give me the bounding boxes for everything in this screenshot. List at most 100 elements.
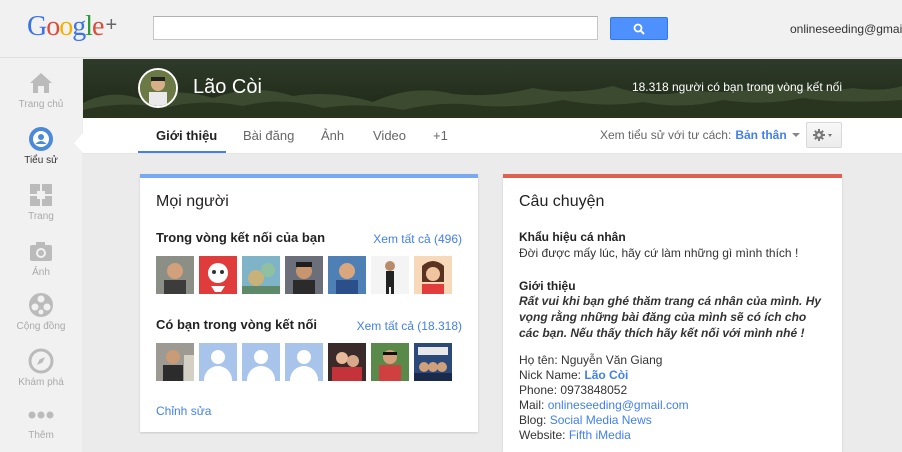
gear-icon <box>813 129 832 141</box>
logo-letter: o <box>59 11 73 42</box>
info-label: Phone: <box>519 383 558 397</box>
profile-avatar[interactable] <box>138 68 178 108</box>
in-circles-title: Trong vòng kết nối của bạn <box>156 230 326 245</box>
avatar-photo <box>414 343 452 381</box>
tagline-title: Khẩu hiệu cá nhân <box>519 230 626 244</box>
info-fullname: Họ tên: Nguyễn Văn Giang <box>519 353 662 367</box>
info-label: Blog: <box>519 413 547 427</box>
info-value: Nguyễn Văn Giang <box>561 353 663 367</box>
info-label: Họ tên: <box>519 353 558 367</box>
avatar-photo <box>156 256 194 294</box>
avatar-photo <box>371 256 409 294</box>
default-avatar-body <box>247 366 275 381</box>
left-nav: Trang chủ Tiểu sử Trang Ảnh Cộng đồng Kh… <box>0 58 82 452</box>
website-link[interactable]: Fifth iMedia <box>569 428 631 442</box>
avatar-photo <box>199 256 237 294</box>
view-as[interactable]: Xem tiểu sử với tư cách: Bản thân <box>600 128 800 142</box>
home-icon <box>30 73 52 93</box>
avatar[interactable] <box>414 343 452 381</box>
intro-title: Giới thiệu <box>519 279 576 293</box>
avatar[interactable] <box>371 256 409 294</box>
nickname-link[interactable]: Lão Còi <box>584 368 628 382</box>
avatar-photo <box>156 343 194 381</box>
avatar[interactable] <box>328 256 366 294</box>
logo-letter: o <box>46 11 60 42</box>
logo-letter: G <box>27 11 47 42</box>
info-website: Website: Fifth iMedia <box>519 428 631 442</box>
account-email[interactable]: onlineseeding@gmail.com <box>790 22 902 36</box>
info-label: Mail: <box>519 398 545 412</box>
avatar[interactable] <box>156 256 194 294</box>
tab-photos[interactable]: Ảnh <box>321 128 344 143</box>
avatar[interactable] <box>328 343 366 381</box>
nav-item-home[interactable]: Trang chủ <box>0 70 82 122</box>
info-phone: Phone: 0973848052 <box>519 383 627 397</box>
avatar-photo <box>242 256 280 294</box>
nav-label: Khám phá <box>18 377 64 388</box>
edit-link[interactable]: Chỉnh sửa <box>156 404 211 418</box>
nav-label: Trang <box>28 211 54 222</box>
nav-item-more[interactable]: Thêm <box>0 408 82 452</box>
blog-link[interactable]: Social Media News <box>550 413 652 427</box>
nav-label: Thêm <box>28 430 54 441</box>
info-mail: Mail: onlineseeding@gmail.com <box>519 398 689 412</box>
avatar[interactable] <box>285 256 323 294</box>
info-nickname: Nick Name: Lão Còi <box>519 368 628 382</box>
nav-item-pages[interactable]: Trang <box>0 182 82 234</box>
camera-icon <box>30 242 52 261</box>
avatar-photo <box>414 256 452 294</box>
info-label: Nick Name: <box>519 368 582 382</box>
default-avatar-head <box>211 350 225 364</box>
tab-posts[interactable]: Bài đăng <box>243 128 294 143</box>
avatar[interactable] <box>242 256 280 294</box>
avatar[interactable] <box>199 256 237 294</box>
circles-count[interactable]: 18.318 người có bạn trong vòng kết nối <box>600 80 842 94</box>
logo-letter: e <box>92 11 104 42</box>
nav-label: Trang chủ <box>18 99 64 110</box>
profile-icon <box>29 127 53 151</box>
communities-icon <box>29 293 53 317</box>
tab-about[interactable]: Giới thiệu <box>156 128 217 143</box>
avatar-photo <box>371 343 409 381</box>
mail-link[interactable]: onlineseeding@gmail.com <box>548 398 689 412</box>
nav-label: Tiểu sử <box>24 155 58 166</box>
default-avatar-body <box>204 366 232 381</box>
intro-text: Rất vui khi bạn ghé thăm trang cá nhân c… <box>519 294 822 340</box>
explore-icon <box>28 348 54 374</box>
search-icon <box>633 23 645 35</box>
nav-item-communities[interactable]: Cộng đồng <box>0 292 82 344</box>
have-you-see-all-link[interactable]: Xem tất cả (18.318) <box>340 319 462 333</box>
avatar[interactable] <box>199 343 237 381</box>
in-circles-see-all-link[interactable]: Xem tất cả (496) <box>340 232 462 246</box>
nav-item-explore[interactable]: Khám phá <box>0 348 82 400</box>
avatar[interactable] <box>156 343 194 381</box>
active-nav-pointer <box>74 133 83 153</box>
logo-plus: + <box>105 14 118 36</box>
pages-icon <box>30 184 52 206</box>
nav-item-photos[interactable]: Ảnh <box>0 238 82 290</box>
search-button[interactable] <box>610 17 668 40</box>
search-input[interactable] <box>153 16 598 40</box>
profile-name: Lão Còi <box>193 76 262 98</box>
info-label: Website: <box>519 428 566 442</box>
avatar[interactable] <box>371 343 409 381</box>
in-circles-avatars <box>156 256 452 294</box>
nav-label: Ảnh <box>32 267 50 278</box>
top-bar: Google+ onlineseeding@gmail.com <box>0 0 902 58</box>
tab-videos[interactable]: Video <box>373 128 406 143</box>
avatar[interactable] <box>285 343 323 381</box>
logo-letter: g <box>72 11 86 42</box>
default-avatar-head <box>297 350 311 364</box>
tab-plus-ones[interactable]: +1 <box>433 128 448 143</box>
info-blog: Blog: Social Media News <box>519 413 652 427</box>
avatar-photo <box>140 70 176 106</box>
default-avatar-head <box>254 350 268 364</box>
settings-button[interactable] <box>806 122 842 148</box>
view-as-value[interactable]: Bản thân <box>735 128 786 142</box>
google-plus-logo[interactable]: Google + <box>27 11 117 43</box>
avatar-photo <box>328 343 366 381</box>
avatar[interactable] <box>414 256 452 294</box>
avatar[interactable] <box>242 343 280 381</box>
nav-item-profile[interactable]: Tiểu sử <box>0 126 82 178</box>
avatar-photo <box>285 256 323 294</box>
